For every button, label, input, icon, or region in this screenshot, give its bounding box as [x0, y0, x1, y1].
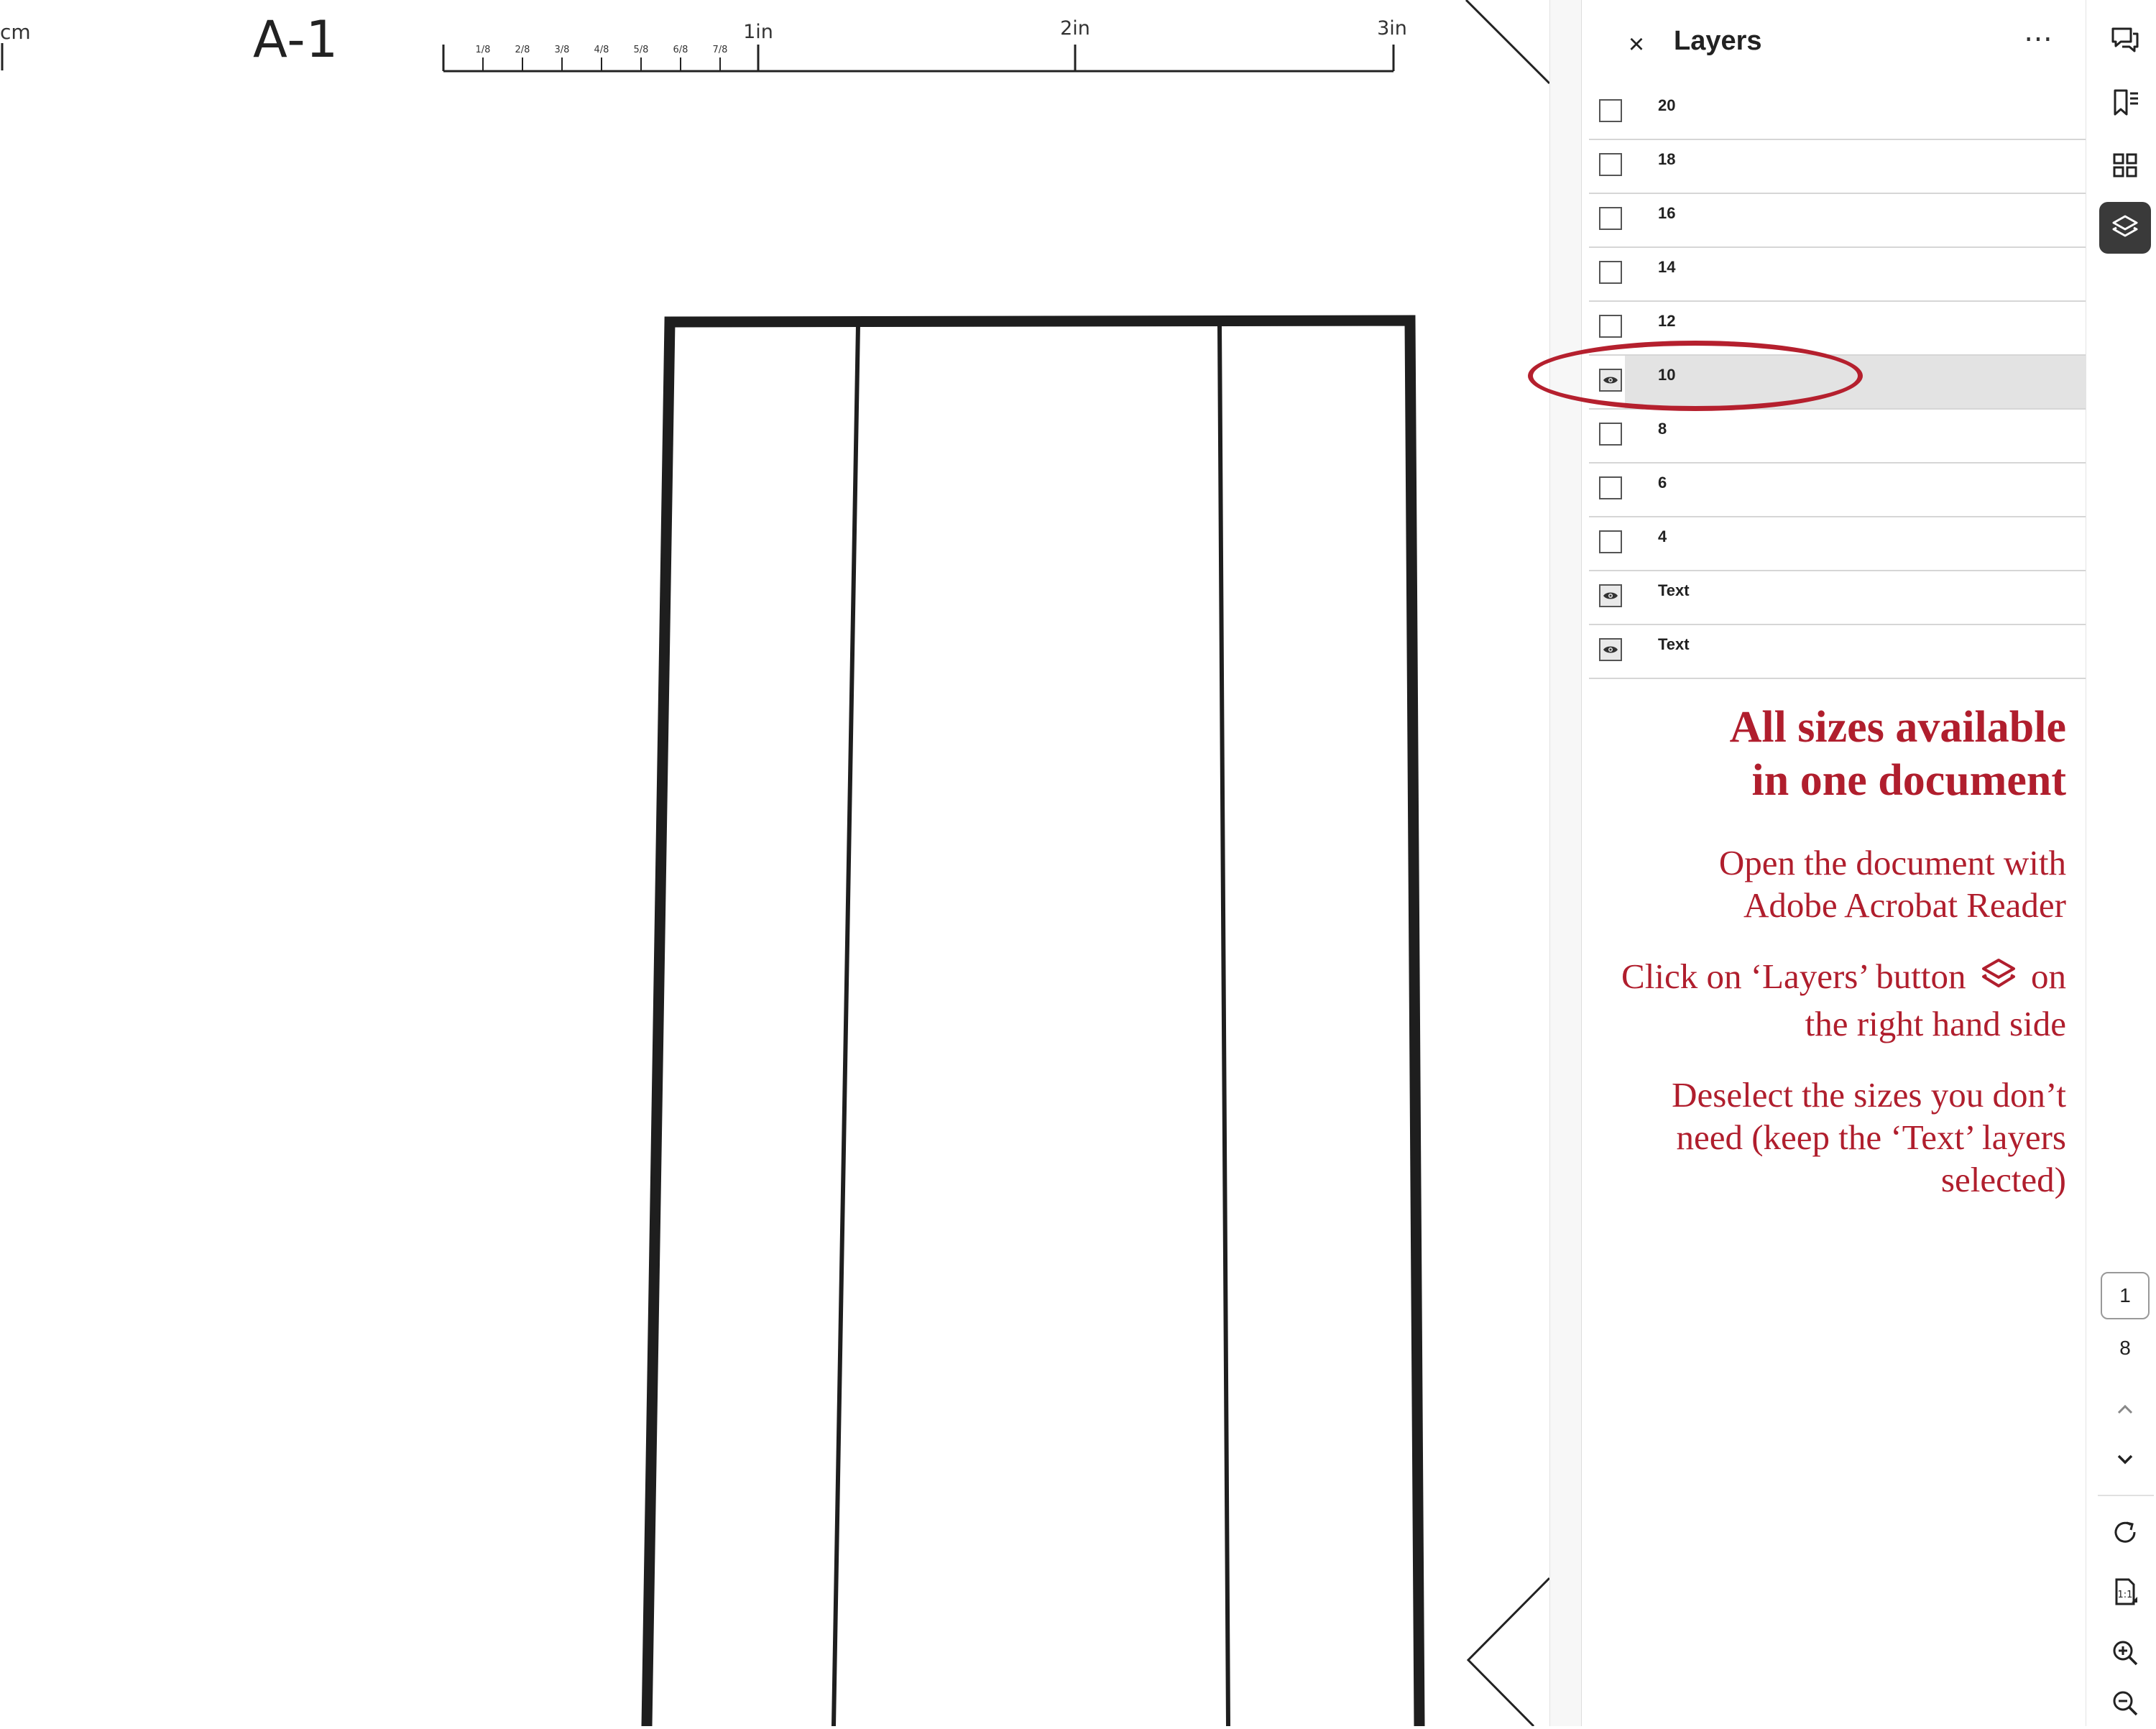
ruler-fraction-label: 5/8 [634, 45, 649, 55]
instructions-title-line: in one document [1751, 756, 2066, 805]
fold-line-bottom [1466, 1577, 1549, 1726]
more-options-icon[interactable]: ⋯ [2017, 24, 2060, 59]
chevron-up-icon[interactable] [2099, 1383, 2151, 1435]
instruction-text: need (keep the ‘Text’ layers [1676, 1117, 2066, 1158]
layers-icon [1979, 957, 2018, 1002]
ruler-fraction-label: 3/8 [555, 45, 570, 55]
close-icon[interactable]: × [1622, 27, 1651, 62]
scroll-gutter[interactable] [1549, 0, 1582, 1726]
layer-visibility-checkbox[interactable] [1599, 315, 1622, 338]
layer-visibility-checkbox[interactable] [1599, 261, 1622, 284]
layer-row[interactable]: 4 [1589, 517, 2086, 571]
layer-row[interactable]: 8 [1589, 410, 2086, 464]
layer-row[interactable]: 10 [1589, 356, 2086, 410]
page-number-input[interactable]: 1 [2101, 1272, 2150, 1319]
instruction-text: selected) [1940, 1160, 2066, 1200]
layer-row[interactable]: 12 [1589, 302, 2086, 356]
selected-row-highlight [1625, 356, 2086, 408]
page-code: A-1 [253, 10, 339, 69]
layer-label: Text [1658, 635, 1690, 653]
ruler-fraction-label: 4/8 [594, 45, 609, 55]
layer-label: 12 [1658, 312, 1676, 330]
layer-visibility-checkbox[interactable] [1599, 153, 1622, 176]
layer-visibility-checkbox[interactable] [1599, 99, 1622, 122]
eye-icon[interactable] [1599, 584, 1622, 607]
layer-label: 18 [1658, 150, 1676, 168]
instruction-text: Deselect the sizes you don’t [1672, 1075, 2066, 1115]
layer-label: 10 [1658, 366, 1676, 384]
layer-visibility-checkbox[interactable] [1599, 476, 1622, 499]
instructions-title-line: All sizes available [1729, 703, 2066, 752]
instruction-text: the right hand side [1805, 1004, 2066, 1044]
bookmarks-icon[interactable] [2099, 77, 2151, 129]
ruler-label-3in: 3in [1377, 17, 1407, 40]
layers-icon[interactable] [2099, 202, 2151, 254]
page-total: 8 [2119, 1337, 2131, 1359]
ruler-fraction-label: 1/8 [476, 45, 491, 55]
layer-row[interactable]: Text [1589, 571, 2086, 625]
thumbnails-icon[interactable] [2099, 139, 2151, 191]
svg-text:1:1: 1:1 [2118, 1590, 2133, 1600]
ruler-label-1in: 1in [743, 21, 773, 43]
pattern-drawing: 1in 2in 3in 1/8 2/8 3/8 4/8 5/8 6/8 7/8 [1, 0, 1549, 1726]
layer-label: 6 [1658, 474, 1667, 492]
layer-row[interactable]: 16 [1589, 194, 2086, 248]
instructions-title: All sizes available in one document [1592, 701, 2066, 807]
eye-icon[interactable] [1599, 369, 1622, 392]
layers-panel-header: × Layers ⋯ [1582, 0, 2086, 86]
pattern-piece-outline [641, 315, 1425, 1726]
layer-label: 4 [1658, 527, 1667, 545]
layer-label: 14 [1658, 258, 1676, 276]
instruction-step-deselect: Deselect the sizes you don’t need (keep … [1592, 1074, 2066, 1201]
layer-label: 8 [1658, 420, 1667, 438]
ruler-fraction-label: 2/8 [515, 45, 530, 55]
layer-row[interactable]: 20 [1589, 86, 2086, 140]
comment-icon[interactable] [2099, 14, 2151, 66]
layer-row[interactable]: 14 [1589, 248, 2086, 302]
instruction-step-layers: Click on ‘Layers’ button on the right ha… [1592, 955, 2066, 1045]
layer-label: 16 [1658, 204, 1676, 222]
rotate-icon[interactable] [2099, 1506, 2151, 1558]
layer-row[interactable]: 6 [1589, 464, 2086, 517]
layer-row[interactable]: 18 [1589, 140, 2086, 194]
ruler-fraction-label: 6/8 [673, 45, 688, 55]
layer-label: 20 [1658, 96, 1676, 114]
fit-page-icon[interactable]: 1:1 [2099, 1567, 2151, 1618]
instruction-text: on [2031, 956, 2066, 996]
layer-label: Text [1658, 581, 1690, 599]
chevron-down-icon[interactable] [2099, 1434, 2151, 1485]
document-canvas[interactable]: cm 1in 2in 3in 1/8 2/8 3/8 4/8 5/8 6/8 7… [0, 0, 1549, 1726]
fold-line-top [1465, 0, 1549, 85]
toolbar-divider [2098, 1495, 2154, 1496]
right-toolbar: 1 8 1:1 [2086, 0, 2156, 1726]
layer-visibility-checkbox[interactable] [1599, 530, 1622, 553]
layer-visibility-checkbox[interactable] [1599, 207, 1622, 230]
layer-visibility-checkbox[interactable] [1599, 423, 1622, 446]
ruler-label-2in: 2in [1060, 17, 1090, 40]
ruler-fraction-label: 7/8 [713, 45, 728, 55]
inch-ruler: 1in 2in 3in 1/8 2/8 3/8 4/8 5/8 6/8 7/8 [442, 17, 1407, 73]
instructions-block: All sizes available in one document Open… [1592, 701, 2066, 1201]
instruction-text: Adobe Acrobat Reader [1743, 885, 2066, 925]
zoom-out-icon[interactable] [2099, 1677, 2151, 1729]
layer-row[interactable]: Text [1589, 625, 2086, 679]
zoom-in-icon[interactable] [2099, 1627, 2151, 1679]
instruction-step-open: Open the document with Adobe Acrobat Rea… [1592, 842, 2066, 926]
instruction-text: Click on ‘Layers’ button [1621, 956, 1966, 996]
eye-icon[interactable] [1599, 638, 1622, 661]
layer-list: 20 18 16 14 12 10 8 6 4 Text Text [1589, 86, 2086, 679]
panel-title: Layers [1674, 26, 1762, 56]
instruction-text: Open the document with [1718, 843, 2066, 882]
